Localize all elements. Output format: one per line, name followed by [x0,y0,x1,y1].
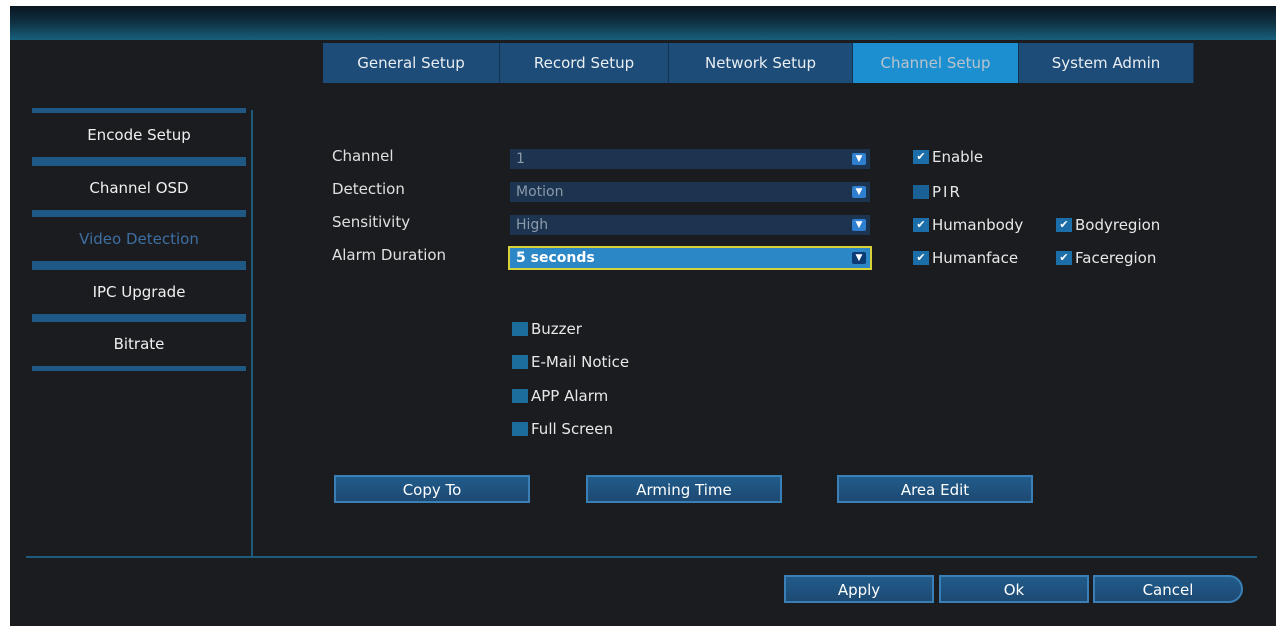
app-alarm-checkbox[interactable]: APP Alarm [512,387,608,405]
ok-button[interactable]: Ok [939,575,1089,603]
buzzer-label: Buzzer [531,320,582,338]
tab-network-setup[interactable]: Network Setup [669,43,853,83]
sidebar-item-video-detection[interactable]: Video Detection [32,212,246,266]
faceregion-checkbox[interactable]: ✔ Faceregion [1056,249,1156,267]
pir-checkbox[interactable]: PIR [913,183,962,201]
area-edit-button[interactable]: Area Edit [837,475,1033,503]
sensitivity-value: High [516,217,549,233]
alarm-duration-value: 5 seconds [516,250,595,266]
checkbox-empty-icon [512,389,528,403]
faceregion-label: Faceregion [1075,249,1157,267]
sidebar-item-ipc-upgrade[interactable]: IPC Upgrade [32,265,246,319]
checkbox-empty-icon [512,422,528,436]
detection-label: Detection [332,180,405,198]
sensitivity-label: Sensitivity [332,213,411,231]
checkbox-empty-icon [913,185,929,199]
alarm-duration-select[interactable]: 5 seconds ▼ [508,246,872,270]
cancel-button[interactable]: Cancel [1093,575,1243,603]
channel-value: 1 [516,151,525,167]
enable-label: Enable [932,148,984,166]
title-bar [10,6,1276,40]
tab-system-admin[interactable]: System Admin [1019,43,1194,83]
chevron-down-icon: ▼ [852,153,866,165]
arming-time-button[interactable]: Arming Time [586,475,782,503]
tab-record-setup[interactable]: Record Setup [500,43,669,83]
checkbox-empty-icon [512,355,528,369]
buzzer-checkbox[interactable]: Buzzer [512,320,582,338]
sidebar-item-encode-setup[interactable]: Encode Setup [32,108,246,162]
chevron-down-icon: ▼ [852,219,866,231]
apply-button[interactable]: Apply [784,575,934,603]
sidebar-item-channel-osd[interactable]: Channel OSD [32,161,246,215]
dvr-settings-screen: General Setup Record Setup Network Setup… [10,6,1276,626]
full-screen-label: Full Screen [531,420,613,438]
checkmark-icon: ✔ [913,218,929,232]
checkbox-empty-icon [512,322,528,336]
email-notice-checkbox[interactable]: E-Mail Notice [512,353,629,371]
sidebar-divider [251,110,253,556]
humanface-label: Humanface [932,249,1019,267]
checkmark-icon: ✔ [1056,251,1072,265]
sidebar-item-bitrate[interactable]: Bitrate [32,317,246,371]
channel-label: Channel [332,147,394,165]
enable-checkbox[interactable]: ✔ Enable [913,148,983,166]
checkmark-icon: ✔ [913,150,929,164]
chevron-down-icon: ▼ [852,252,866,264]
copy-to-button[interactable]: Copy To [334,475,530,503]
tab-channel-setup[interactable]: Channel Setup [853,43,1019,83]
detection-value: Motion [516,184,564,200]
bodyregion-checkbox[interactable]: ✔ Bodyregion [1056,216,1160,234]
humanface-checkbox[interactable]: ✔ Humanface [913,249,1018,267]
channel-select[interactable]: 1 ▼ [510,149,870,169]
bodyregion-label: Bodyregion [1075,216,1161,234]
tab-general-setup[interactable]: General Setup [323,43,500,83]
footer-divider [26,556,1257,558]
full-screen-checkbox[interactable]: Full Screen [512,420,613,438]
pir-label: PIR [932,183,962,201]
email-notice-label: E-Mail Notice [531,353,630,371]
main-tabs: General Setup Record Setup Network Setup… [323,43,1194,83]
humanbody-label: Humanbody [932,216,1024,234]
detection-select[interactable]: Motion ▼ [510,182,870,202]
app-alarm-label: APP Alarm [531,387,609,405]
checkmark-icon: ✔ [1056,218,1072,232]
humanbody-checkbox[interactable]: ✔ Humanbody [913,216,1023,234]
checkmark-icon: ✔ [913,251,929,265]
alarm-duration-label: Alarm Duration [332,246,447,264]
chevron-down-icon: ▼ [852,186,866,198]
sensitivity-select[interactable]: High ▼ [510,215,870,235]
